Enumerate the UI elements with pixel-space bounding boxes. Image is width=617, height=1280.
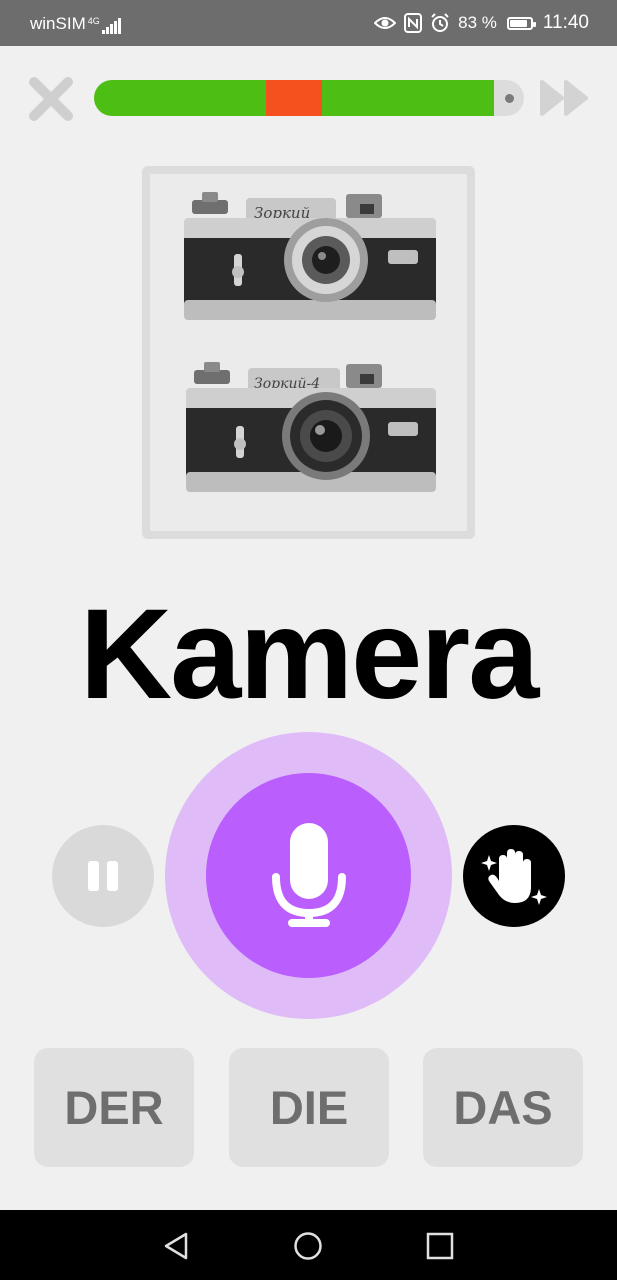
article-button-das[interactable]: DAS [423,1048,583,1167]
sparkle-hand-icon [481,849,547,905]
vocabulary-word: Kamera [79,583,540,726]
word-image-card: Зоркий Зоркий-4 [142,166,475,539]
camera-photo: Зоркий Зоркий-4 [150,174,467,531]
nav-recents-button[interactable] [424,1230,456,1267]
close-button[interactable] [26,74,76,124]
eye-icon [374,15,397,31]
close-icon [29,77,73,121]
microphone-button[interactable] [206,773,411,978]
battery-percent: 83 % [458,13,497,32]
progress-segment-wrong [266,80,322,116]
progress-segment-correct [94,80,266,116]
lesson-progress-bar [94,80,524,116]
nav-home-button[interactable] [292,1230,324,1267]
network-type: 4G [87,16,100,26]
progress-end-dot [505,94,514,103]
clock: 11:40 [542,12,589,33]
pause-icon [88,861,118,891]
camera-illustration-bottom: Зоркий-4 [186,362,436,492]
fast-forward-icon [540,80,588,116]
article-button-die[interactable]: DIE [229,1048,389,1167]
battery-icon [506,16,536,30]
signal-icon [101,18,122,34]
recents-square-icon [426,1232,454,1260]
microphone-icon [272,823,346,927]
skip-button[interactable] [538,78,594,118]
home-circle-icon [294,1232,322,1260]
back-triangle-icon [164,1232,188,1260]
alarm-icon [430,13,450,33]
pause-button[interactable] [52,825,154,927]
camera-illustration-top: Зоркий [184,192,436,320]
nfc-icon [404,13,423,33]
status-icons: 83 % 11:40 [366,12,589,34]
app-screen: winSIM 4G 83 % 11:40 Зоркий Зоркий-4 Kam… [0,0,617,1280]
nav-back-button[interactable] [160,1230,192,1267]
system-navigation-bar [0,1210,617,1280]
progress-segment-correct [322,80,494,116]
carrier-info: winSIM 4G [30,14,122,34]
article-button-der[interactable]: DER [34,1048,194,1167]
status-bar: winSIM 4G 83 % 11:40 [0,0,617,46]
carrier-name: winSIM [30,14,86,33]
hint-button[interactable] [463,825,565,927]
